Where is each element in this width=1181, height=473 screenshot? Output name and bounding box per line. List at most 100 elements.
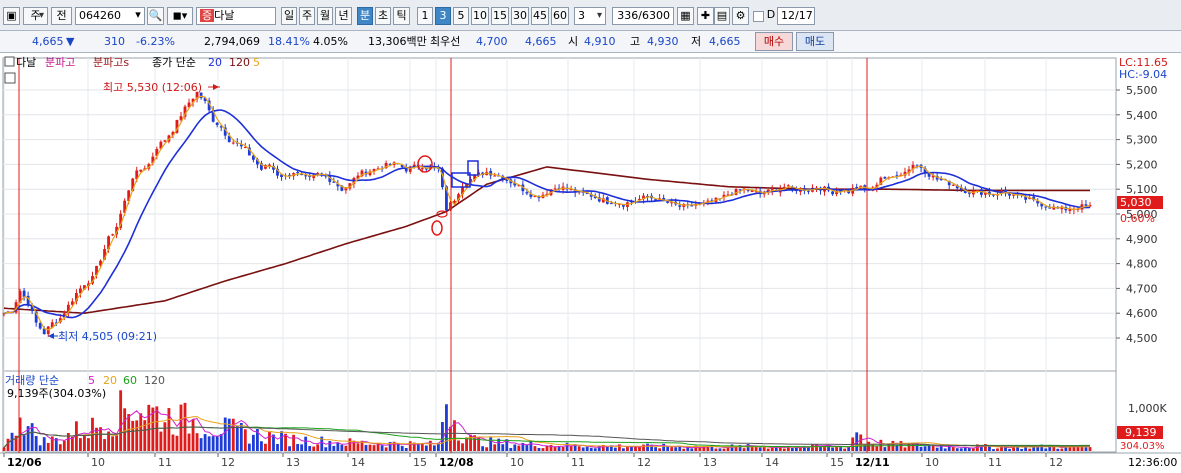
volume-bar: [235, 425, 239, 451]
volume-bar: [251, 434, 255, 451]
volume-bar: [191, 419, 195, 451]
interval-button-15[interactable]: 15: [491, 7, 509, 25]
calendar-icon[interactable]: [4, 72, 16, 84]
price-chart[interactable]: 5,5005,4005,3005,2005,1005,0004,9004,800…: [0, 53, 1181, 473]
x-tick-label: 13: [703, 456, 717, 469]
candle-body: [231, 142, 235, 144]
turnover-value: 4.05%: [313, 35, 348, 48]
interval-button-1[interactable]: 1: [417, 7, 433, 25]
code-dropdown-icon[interactable]: ▾: [131, 7, 145, 25]
candle-body: [505, 179, 509, 181]
period-label: 틱: [396, 9, 407, 22]
count-field[interactable]: 336/6300: [612, 7, 674, 25]
volume-bar: [268, 432, 271, 451]
volume-bar: [919, 446, 923, 451]
period-button-year[interactable]: 년: [335, 7, 352, 25]
volume-bar: [509, 447, 513, 451]
candle-body: [738, 189, 742, 191]
prev-button[interactable]: 전: [51, 7, 72, 25]
stock-name-field[interactable]: 증 다날: [196, 7, 276, 25]
volume-bar: [83, 435, 86, 451]
period-button-day[interactable]: 일: [281, 7, 297, 25]
chart-menu-icon[interactable]: ▣: [3, 7, 20, 25]
stock-name: 다날: [214, 9, 235, 22]
legend-indicator-1[interactable]: 분파고: [45, 56, 75, 69]
volume-legend-ma60[interactable]: 60: [123, 374, 137, 387]
interval-label: 15: [493, 9, 507, 22]
volume-bar: [316, 444, 320, 451]
interval-button-45[interactable]: 45: [531, 7, 549, 25]
volume-bar: [581, 447, 585, 451]
period-button-week[interactable]: 주: [299, 7, 315, 25]
legend-ma5[interactable]: 5: [253, 56, 260, 69]
volume-bar: [195, 433, 199, 451]
volume-bar: [111, 436, 115, 451]
volume-bar: [718, 448, 722, 451]
volume-bar: [368, 444, 372, 451]
legend-indicator-2[interactable]: 분파고s: [93, 56, 129, 69]
volume-bar: [807, 447, 810, 451]
interval-button-30[interactable]: 30: [511, 7, 529, 25]
date-field[interactable]: 12/17: [777, 7, 815, 25]
legend-stock[interactable]: 다날: [16, 56, 36, 69]
high-label: 고: [630, 35, 641, 48]
volume-legend-ma20[interactable]: 20: [103, 374, 117, 387]
interval-button-10[interactable]: 10: [471, 7, 489, 25]
interval-button-3[interactable]: 3: [435, 7, 451, 25]
market-select[interactable]: 주: [23, 7, 48, 25]
volume-legend-ma120[interactable]: 120: [144, 374, 165, 387]
period-button-tick[interactable]: 틱: [393, 7, 410, 25]
volume-bar: [199, 438, 203, 451]
volume-legend-ma5[interactable]: 5: [88, 374, 95, 387]
volume-bar: [147, 404, 151, 451]
volume-bar: [99, 427, 102, 451]
prev-label: 전: [56, 9, 67, 22]
volume-bar: [356, 443, 360, 451]
volume-bar: [827, 445, 830, 451]
sell-button[interactable]: 매도: [796, 32, 834, 51]
volume-bar: [903, 447, 907, 451]
interval-label: 5: [457, 9, 465, 22]
volume-bar: [541, 448, 545, 451]
volume-bar: [1008, 449, 1011, 451]
volume-bar: [103, 439, 106, 451]
buy-button[interactable]: 매수: [755, 32, 793, 51]
amount-value: 13,306백만: [368, 35, 427, 48]
volume-bar: [87, 438, 90, 451]
volume-bar: [139, 413, 143, 451]
volume-bar: [988, 446, 991, 451]
volume-bar: [489, 437, 493, 451]
candle-type-icon[interactable]: ▦: [677, 7, 694, 25]
volume-bar: [971, 448, 975, 451]
volume-legend-title[interactable]: 거래량 단순: [5, 374, 59, 387]
interval-button-60[interactable]: 60: [551, 7, 569, 25]
crosshair-icon[interactable]: ✚: [697, 7, 714, 25]
legend-ma-label[interactable]: 종가 단순: [152, 56, 196, 69]
volume-bar: [501, 444, 505, 451]
volume-bar: [364, 444, 368, 451]
change-arrow: ▼: [66, 35, 75, 48]
interval-select-value: 3: [578, 9, 585, 22]
volume-bar: [859, 434, 863, 451]
period-button-minute[interactable]: 분: [357, 7, 373, 25]
gear-icon[interactable]: ⚙: [732, 7, 749, 25]
volume-bar: [762, 447, 766, 451]
date-checkbox[interactable]: [753, 11, 764, 22]
legend-toggle-icon[interactable]: [4, 56, 15, 67]
volume-bar: [626, 447, 629, 451]
interval-select[interactable]: 3: [574, 7, 606, 25]
sound-icon[interactable]: ◼▾: [167, 7, 193, 25]
legend-ma20[interactable]: 20: [208, 56, 222, 69]
low-annotation: 최저 4,505 (09:21): [58, 330, 157, 343]
volume-tag-value: 9,139: [1125, 426, 1157, 439]
period-button-month[interactable]: 월: [317, 7, 333, 25]
interval-button-5[interactable]: 5: [453, 7, 469, 25]
legend-ma120[interactable]: 120: [229, 56, 250, 69]
volume-bar: [1056, 448, 1060, 451]
period-button-second[interactable]: 초: [375, 7, 391, 25]
search-icon[interactable]: 🔍: [147, 7, 164, 25]
volume-bar: [42, 437, 46, 451]
volume-bar: [396, 444, 400, 451]
price-tag-value: 5,030: [1120, 196, 1152, 209]
save-icon[interactable]: ▤: [714, 7, 730, 25]
